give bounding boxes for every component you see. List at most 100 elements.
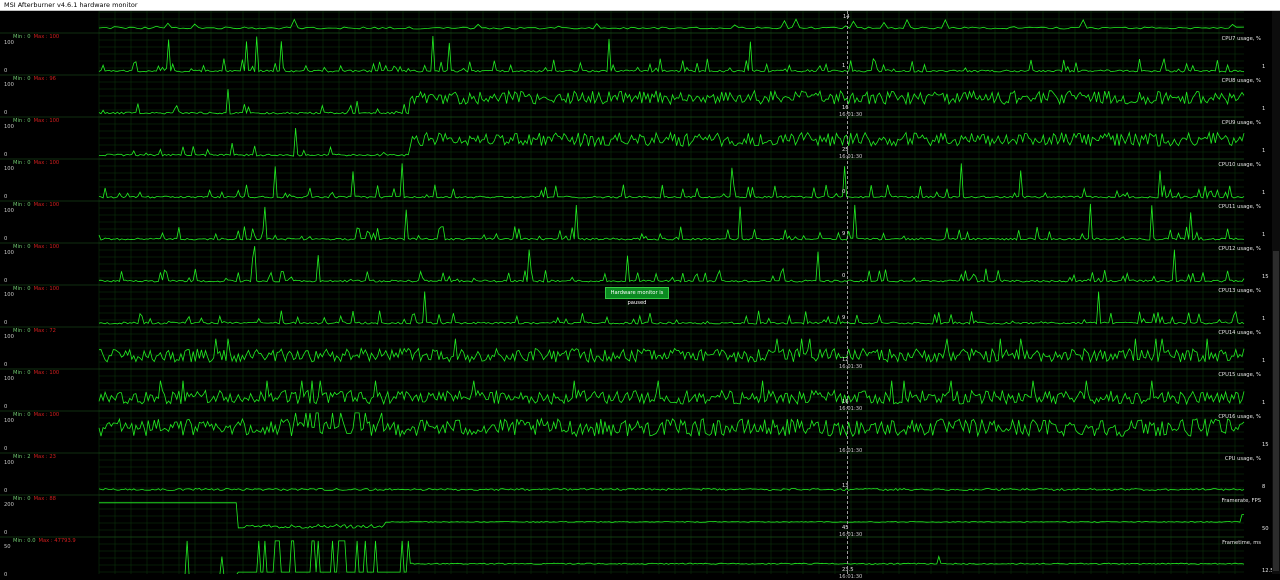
graph-current-value: 1: [1262, 190, 1266, 196]
graph-min: Min : 0.0: [13, 538, 36, 544]
graph-min: Min : 0: [13, 244, 31, 250]
graph-name: CPU13 usage, %: [1218, 288, 1261, 294]
graph-trace: [99, 502, 1244, 529]
cursor-value: 9: [842, 231, 846, 237]
graph-min: Min : 0: [13, 328, 31, 334]
cursor-timestamp: 16:01:30: [839, 154, 863, 160]
graph-min-max: Min : 0 Max : 100: [13, 118, 59, 124]
axis-top-label: 100: [4, 334, 14, 340]
graph-name: Frametime, ms: [1222, 540, 1261, 546]
graph-min: Min : 0: [13, 34, 31, 40]
axis-top-label: 100: [4, 166, 14, 172]
graph-min-max: Min : 0.0 Max : 47793.9: [13, 538, 76, 544]
graph-max: Max : 100: [33, 244, 60, 250]
axis-top-label: 100: [4, 40, 14, 46]
graph-trace: [98, 89, 1245, 115]
graph-current-value: 15: [1262, 442, 1269, 448]
graph-min-max: Min : 0 Max : 100: [13, 370, 59, 376]
axis-bottom-label: 0: [4, 572, 8, 578]
graph-trace: [98, 338, 1245, 364]
graph-min-max: Min : 0 Max : 100: [13, 244, 59, 250]
graph-min: Min : 0: [13, 412, 31, 418]
axis-top-label: 50: [4, 544, 11, 550]
graph-name: CPU usage, %: [1224, 456, 1261, 462]
graph-min-max: Min : 0 Max : 72: [13, 328, 56, 334]
graph-name: CPU16 usage, %: [1218, 414, 1261, 420]
axis-bottom-label: 0: [4, 362, 8, 368]
cursor-timestamp: 16:01:30: [839, 406, 863, 412]
graph-min-max: Min : 2 Max : 23: [13, 454, 56, 460]
axis-top-label: 100: [4, 376, 14, 382]
axis-top-label: 200: [4, 502, 14, 508]
graph-name: CPU11 usage, %: [1218, 204, 1261, 210]
graph-min-max: Min : 0 Max : 96: [13, 76, 56, 82]
graph-current-value: 1: [1262, 316, 1266, 322]
axis-top-label: 100: [4, 124, 14, 130]
axis-bottom-label: 0: [4, 530, 8, 536]
graph-max: Max : 88: [33, 496, 56, 502]
graph-min: Min : 2: [13, 454, 31, 460]
cursor-value: 9: [842, 315, 846, 321]
graph-name: CPU12 usage, %: [1218, 246, 1261, 252]
paused-banner: Hardware monitor is paused: [605, 287, 669, 306]
cursor-timestamp: 16:01:30: [839, 532, 863, 538]
title-bar: MSI Afterburner v4.6.1 hardware monitor: [0, 0, 1280, 11]
graph-name: CPU7 usage, %: [1221, 36, 1261, 42]
axis-bottom-label: 0: [4, 404, 8, 410]
graph-trace: [98, 412, 1245, 438]
vertical-scrollbar[interactable]: [1272, 11, 1280, 574]
graph-max: Max : 100: [33, 370, 60, 376]
graph-min-max: Min : 0 Max : 100: [13, 160, 59, 166]
graph-trace: [98, 291, 1245, 325]
graph-max: Max : 100: [33, 34, 60, 40]
window-title: MSI Afterburner v4.6.1 hardware monitor: [4, 1, 138, 9]
graph-name: Framerate, FPS: [1221, 498, 1261, 504]
axis-top-label: 100: [4, 250, 14, 256]
graph-max: Max : 72: [33, 328, 56, 334]
cursor-timestamp: 16:01:30: [839, 112, 863, 118]
graph-min: Min : 0: [13, 160, 31, 166]
axis-top-label: 100: [4, 292, 14, 298]
graph-name: CPU15 usage, %: [1218, 372, 1261, 378]
cursor-timestamp: 16:01:30: [839, 448, 863, 454]
axis-bottom-label: 0: [4, 68, 8, 74]
cursor-value: 1: [842, 63, 846, 69]
cursor-timestamp: 16:01:30: [839, 574, 863, 580]
graph-current-value: 1: [1262, 148, 1266, 154]
cursor-timestamp: 16:01:30: [839, 364, 863, 370]
scrollbar-thumb[interactable]: [1273, 251, 1279, 571]
graph-max: Max : 100: [33, 286, 60, 292]
graph-max: Max : 100: [33, 118, 60, 124]
graph-trace: [184, 540, 1245, 574]
axis-top-label: 100: [4, 82, 14, 88]
graph-min-max: Min : 0 Max : 100: [13, 202, 59, 208]
partial-graph-trace: [98, 18, 1245, 30]
graph-trace: [98, 380, 1245, 406]
graph-max: Max : 23: [33, 454, 56, 460]
graph-trace: [98, 163, 1245, 200]
axis-bottom-label: 0: [4, 320, 8, 326]
time-cursor-line: [847, 11, 848, 574]
graph-name: CPU10 usage, %: [1218, 162, 1261, 168]
graph-max: Max : 100: [33, 202, 60, 208]
cursor-value: 0: [842, 189, 846, 195]
cursor-value: 0: [842, 273, 846, 279]
axis-bottom-label: 0: [4, 110, 8, 116]
graph-current-value: 8: [1262, 484, 1266, 490]
axis-top-label: 100: [4, 418, 14, 424]
graph-name: CPU9 usage, %: [1221, 120, 1261, 126]
axis-bottom-label: 0: [4, 278, 8, 284]
graph-max: Max : 100: [33, 160, 60, 166]
axis-bottom-label: 0: [4, 236, 8, 242]
axis-bottom-label: 0: [4, 446, 8, 452]
graph-current-value: 15: [1262, 274, 1269, 280]
graph-current-value: 1: [1262, 106, 1266, 112]
axis-top-label: 100: [4, 208, 14, 214]
graph-min: Min : 0: [13, 370, 31, 376]
hardware-monitor-graphs[interactable]: Min : 0 Max : 100 100 0 CPU7 usage, % 1 1 Min :…: [0, 11, 1280, 580]
graph-min-max: Min : 0 Max : 100: [13, 412, 59, 418]
graph-min-max: Min : 0 Max : 100: [13, 34, 59, 40]
graph-min: Min : 0: [13, 202, 31, 208]
graph-current-value: 1: [1262, 64, 1266, 70]
graph-max: Max : 47793.9: [38, 538, 76, 544]
